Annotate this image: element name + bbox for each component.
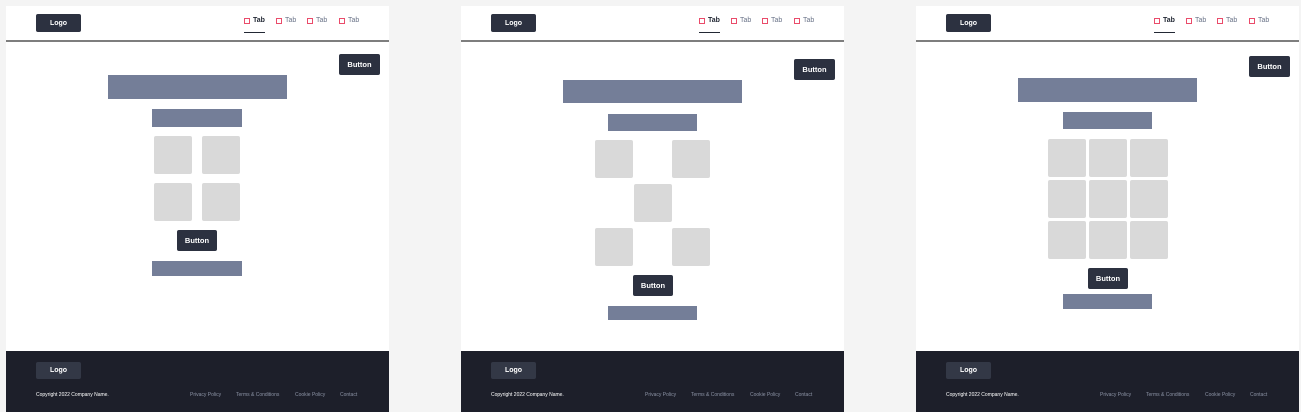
cookie-policy-link[interactable]: Cookie Policy: [295, 392, 325, 398]
contact-link[interactable]: Contact: [340, 392, 357, 398]
footer-text-placeholder: [152, 261, 242, 276]
dashed-square-icon: [1217, 18, 1223, 24]
terms-link[interactable]: Terms & Conditions: [1146, 392, 1189, 398]
tab-1[interactable]: Tab: [244, 17, 265, 33]
image-placeholder: [672, 140, 710, 178]
image-placeholder: [1048, 221, 1086, 259]
cookie-policy-link[interactable]: Cookie Policy: [1205, 392, 1235, 398]
tab-4[interactable]: Tab: [339, 17, 359, 33]
header: Logo Tab Tab Tab Tab: [6, 6, 389, 42]
image-placeholder: [154, 136, 192, 174]
tab-2[interactable]: Tab: [276, 17, 296, 33]
image-placeholder: [1089, 180, 1127, 218]
contact-link[interactable]: Contact: [795, 392, 812, 398]
footer: Logo Copyright 2022 Company Name. Privac…: [461, 351, 844, 412]
wireframe-2: Logo Tab Tab Tab Tab Button Button Logo …: [461, 6, 844, 412]
copyright: Copyright 2022 Company Name.: [946, 392, 1019, 398]
image-placeholder: [1130, 180, 1168, 218]
corner-button[interactable]: Button: [339, 54, 380, 75]
header: Logo Tab Tab Tab Tab: [461, 6, 844, 42]
image-placeholder: [1130, 221, 1168, 259]
tab-2[interactable]: Tab: [731, 17, 751, 33]
corner-button[interactable]: Button: [794, 59, 835, 80]
corner-button[interactable]: Button: [1249, 56, 1290, 77]
image-placeholder: [1089, 139, 1127, 177]
terms-link[interactable]: Terms & Conditions: [691, 392, 734, 398]
cookie-policy-link[interactable]: Cookie Policy: [750, 392, 780, 398]
wireframe-1: Logo Tab Tab Tab Tab Button Button Logo …: [6, 6, 389, 412]
subtitle-placeholder: [152, 109, 242, 127]
privacy-policy-link[interactable]: Privacy Policy: [1100, 392, 1131, 398]
title-placeholder: [108, 75, 287, 99]
footer-logo[interactable]: Logo: [36, 362, 81, 379]
dashed-square-icon: [762, 18, 768, 24]
footer-text-placeholder: [1063, 294, 1152, 309]
dashed-square-icon: [339, 18, 345, 24]
subtitle-placeholder: [608, 114, 697, 131]
image-placeholder: [595, 228, 633, 266]
privacy-policy-link[interactable]: Privacy Policy: [645, 392, 676, 398]
dashed-square-icon: [276, 18, 282, 24]
logo[interactable]: Logo: [491, 14, 536, 32]
subtitle-placeholder: [1063, 112, 1152, 129]
dashed-square-icon: [307, 18, 313, 24]
image-placeholder: [595, 140, 633, 178]
tab-1[interactable]: Tab: [699, 17, 720, 33]
header: Logo Tab Tab Tab Tab: [916, 6, 1299, 42]
logo[interactable]: Logo: [946, 14, 991, 32]
center-button[interactable]: Button: [1088, 268, 1128, 289]
dashed-square-icon: [244, 18, 250, 24]
footer: Logo Copyright 2022 Company Name. Privac…: [916, 351, 1299, 412]
tab-2[interactable]: Tab: [1186, 17, 1206, 33]
footer-text-placeholder: [608, 306, 697, 320]
image-placeholder: [634, 184, 672, 222]
contact-link[interactable]: Contact: [1250, 392, 1267, 398]
image-placeholder: [202, 183, 240, 221]
dashed-square-icon: [1154, 18, 1160, 24]
title-placeholder: [1018, 78, 1197, 102]
center-button[interactable]: Button: [633, 275, 673, 296]
privacy-policy-link[interactable]: Privacy Policy: [190, 392, 221, 398]
tab-3[interactable]: Tab: [307, 17, 327, 33]
center-button[interactable]: Button: [177, 230, 217, 251]
logo[interactable]: Logo: [36, 14, 81, 32]
image-placeholder: [154, 183, 192, 221]
wireframe-3: Logo Tab Tab Tab Tab Button Button Logo …: [916, 6, 1299, 412]
tab-3[interactable]: Tab: [1217, 17, 1237, 33]
image-placeholder: [1048, 139, 1086, 177]
image-placeholder: [1048, 180, 1086, 218]
image-placeholder: [202, 136, 240, 174]
footer-logo[interactable]: Logo: [946, 362, 991, 379]
dashed-square-icon: [1186, 18, 1192, 24]
copyright: Copyright 2022 Company Name.: [36, 392, 109, 398]
dashed-square-icon: [731, 18, 737, 24]
copyright: Copyright 2022 Company Name.: [491, 392, 564, 398]
footer-logo[interactable]: Logo: [491, 362, 536, 379]
footer: Logo Copyright 2022 Company Name. Privac…: [6, 351, 389, 412]
title-placeholder: [563, 80, 742, 103]
image-placeholder: [672, 228, 710, 266]
tab-3[interactable]: Tab: [762, 17, 782, 33]
tab-4[interactable]: Tab: [1249, 17, 1269, 33]
tab-1[interactable]: Tab: [1154, 17, 1175, 33]
dashed-square-icon: [699, 18, 705, 24]
tab-4[interactable]: Tab: [794, 17, 814, 33]
image-placeholder: [1089, 221, 1127, 259]
terms-link[interactable]: Terms & Conditions: [236, 392, 279, 398]
dashed-square-icon: [794, 18, 800, 24]
dashed-square-icon: [1249, 18, 1255, 24]
image-placeholder: [1130, 139, 1168, 177]
